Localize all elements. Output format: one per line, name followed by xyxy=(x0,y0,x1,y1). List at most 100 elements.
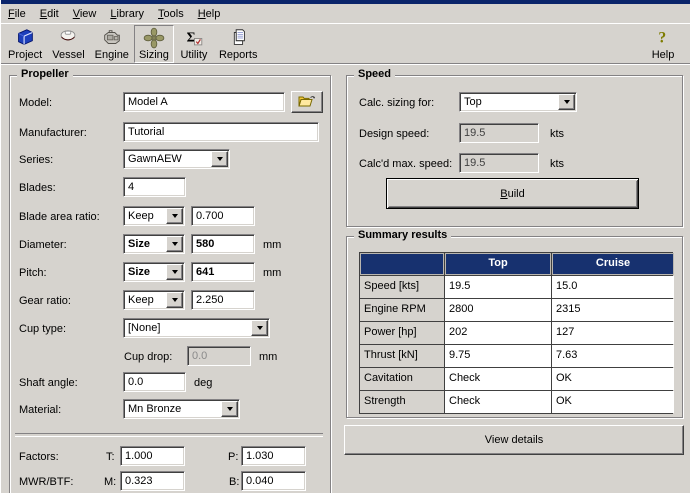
view-details-button[interactable]: View details xyxy=(344,425,684,455)
factor-p-input[interactable]: 1.030 xyxy=(241,446,306,466)
factor-t-input[interactable]: 1.000 xyxy=(120,446,185,466)
folder-open-icon xyxy=(297,93,317,112)
series-value: GawnAEW xyxy=(128,153,182,165)
menu-file[interactable]: File xyxy=(1,6,33,22)
summary-row-label: Thrust [kN] xyxy=(360,345,444,367)
shaft-angle-label: Shaft angle: xyxy=(19,377,78,389)
toolbar-help-button[interactable]: ? Help xyxy=(643,25,683,63)
pitch-unit: mm xyxy=(263,267,282,279)
toolbar-engine-button[interactable]: Engine xyxy=(90,25,134,63)
toolbar-engine-label: Engine xyxy=(94,48,129,61)
chevron-down-icon xyxy=(166,292,183,308)
open-model-button[interactable] xyxy=(291,91,323,113)
blade-area-ratio-mode-value: Keep xyxy=(128,210,154,222)
calcd-max-speed-label: Calc'd max. speed: xyxy=(359,158,453,170)
toolbar-project-label: Project xyxy=(8,48,43,61)
menu-tools[interactable]: Tools xyxy=(151,6,191,22)
blades-input[interactable]: 4 xyxy=(123,177,186,197)
calc-sizing-for-value: Top xyxy=(464,96,482,108)
menu-help[interactable]: Help xyxy=(191,6,228,22)
summary-cell: 2800 xyxy=(445,299,551,321)
blade-area-ratio-mode-select[interactable]: Keep xyxy=(123,206,185,226)
toolbar-vessel-button[interactable]: Vessel xyxy=(47,25,89,63)
factors-label: Factors: xyxy=(19,451,59,463)
toolbar-utility-button[interactable]: Σ Utility xyxy=(174,25,214,63)
shaft-angle-input[interactable]: 0.0 xyxy=(123,372,186,392)
summary-cell: OK xyxy=(552,368,674,390)
summary-header-corner xyxy=(360,253,444,275)
pitch-input[interactable]: 641 xyxy=(191,262,255,282)
summary-row-label: Cavitation xyxy=(360,368,444,390)
diameter-unit: mm xyxy=(263,239,282,251)
calcd-max-speed-field: 19.5 xyxy=(459,153,539,173)
blades-label: Blades: xyxy=(19,182,56,194)
cup-drop-unit: mm xyxy=(259,351,278,363)
summary-cell: 19.5 xyxy=(445,276,551,298)
diameter-label: Diameter: xyxy=(19,239,67,251)
question-icon: ? xyxy=(652,27,674,49)
summary-row-label: Engine RPM xyxy=(360,299,444,321)
mwr-m-input[interactable]: 0.323 xyxy=(120,471,185,491)
book-icon xyxy=(14,27,36,49)
factor-t-label: T: xyxy=(106,451,115,463)
toolbar-sizing-button[interactable]: Sizing xyxy=(133,24,174,63)
design-speed-field: 19.5 xyxy=(459,123,539,143)
factor-p-label: P: xyxy=(228,451,239,463)
toolbar: Project Vessel Engine Sizing Σ Utility R… xyxy=(1,23,690,64)
calc-sizing-for-select[interactable]: Top xyxy=(459,92,577,112)
gear-ratio-label: Gear ratio: xyxy=(19,295,71,307)
btf-b-label: B: xyxy=(229,476,240,488)
series-label: Series: xyxy=(19,154,54,166)
blade-area-ratio-input[interactable]: 0.700 xyxy=(191,206,255,226)
summary-header-cruise: Cruise xyxy=(552,253,674,275)
toolbar-vessel-label: Vessel xyxy=(52,48,85,61)
summary-cell: 202 xyxy=(445,322,551,344)
calc-sizing-for-label: Calc. sizing for: xyxy=(359,97,435,109)
menu-view[interactable]: View xyxy=(66,6,104,22)
gear-ratio-mode-select[interactable]: Keep xyxy=(123,290,185,310)
chevron-down-icon xyxy=(166,236,183,252)
diameter-mode-value: Size xyxy=(128,238,151,250)
chevron-down-icon xyxy=(211,151,228,167)
menu-edit[interactable]: Edit xyxy=(33,6,66,22)
cup-type-select[interactable]: [None] xyxy=(123,318,270,338)
material-select[interactable]: Mn Bronze xyxy=(123,399,240,419)
summary-row-label: Speed [kts] xyxy=(360,276,444,298)
summary-cell: OK xyxy=(552,391,674,413)
toolbar-reports-label: Reports xyxy=(218,48,258,61)
propeller-separator xyxy=(15,433,323,437)
pitch-mode-select[interactable]: Size xyxy=(123,262,185,282)
pitch-label: Pitch: xyxy=(19,267,47,279)
chevron-down-icon xyxy=(166,264,183,280)
chevron-down-icon xyxy=(166,208,183,224)
summary-cell: 15.0 xyxy=(552,276,674,298)
sigma-icon: Σ xyxy=(183,27,205,49)
manufacturer-input[interactable]: Tutorial xyxy=(123,122,319,142)
build-button[interactable]: Build xyxy=(386,178,639,209)
toolbar-sizing-label: Sizing xyxy=(138,48,169,61)
mwr-m-label: M: xyxy=(104,476,117,488)
diameter-mode-select[interactable]: Size xyxy=(123,234,185,254)
chevron-down-icon xyxy=(221,401,238,417)
gear-ratio-input[interactable]: 2.250 xyxy=(191,290,255,310)
design-speed-label: Design speed: xyxy=(359,128,430,140)
propeller-group-title: Propeller xyxy=(17,68,73,80)
model-input[interactable]: Model A xyxy=(123,92,285,112)
svg-text:?: ? xyxy=(658,29,666,46)
cup-type-value: [None] xyxy=(128,322,161,334)
toolbar-project-button[interactable]: Project xyxy=(3,25,47,63)
toolbar-reports-button[interactable]: Reports xyxy=(214,25,263,63)
series-select[interactable]: GawnAEW xyxy=(123,149,230,169)
speed-group-title: Speed xyxy=(354,68,396,80)
summary-cell: 2315 xyxy=(552,299,674,321)
summary-cell: Check xyxy=(445,391,551,413)
diameter-input[interactable]: 580 xyxy=(191,234,255,254)
summary-table: Top Cruise Speed [kts] 19.5 15.0 Engine … xyxy=(359,252,674,414)
material-value: Mn Bronze xyxy=(128,403,182,415)
summary-header-top: Top xyxy=(445,253,551,275)
summary-row-label: Power [hp] xyxy=(360,322,444,344)
btf-b-input[interactable]: 0.040 xyxy=(241,471,306,491)
menu-library[interactable]: Library xyxy=(103,6,151,22)
calcd-max-speed-unit: kts xyxy=(550,158,565,170)
summary-row-label: Strength xyxy=(360,391,444,413)
